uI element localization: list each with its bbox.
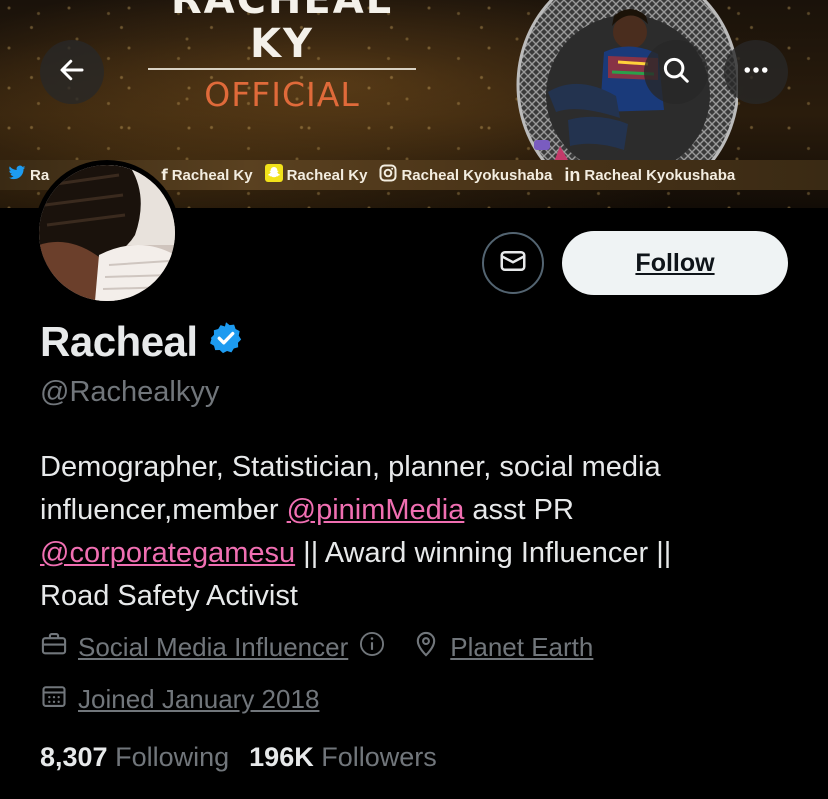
following-label: Following bbox=[115, 742, 230, 772]
social-item-twitter: Ra bbox=[8, 165, 49, 185]
social-text-instagram: Racheal Kyokushaba bbox=[401, 166, 553, 184]
followers-link[interactable]: 196K Followers bbox=[249, 742, 437, 773]
calendar-icon bbox=[40, 682, 68, 717]
display-name-row: Racheal bbox=[40, 318, 244, 366]
user-handle: @Rachealkyy bbox=[40, 376, 220, 408]
mention-link-pinimmedia[interactable]: @pinimMedia bbox=[287, 494, 465, 526]
more-horizontal-icon bbox=[741, 55, 771, 90]
bio-line: influencer,member @pinimMedia asst PR bbox=[40, 489, 800, 532]
back-button[interactable] bbox=[40, 40, 104, 104]
followers-count: 196K bbox=[249, 742, 314, 772]
twitter-icon bbox=[8, 165, 26, 185]
social-text-snapchat: Racheal Ky bbox=[286, 166, 368, 184]
search-button[interactable] bbox=[644, 40, 708, 104]
joined-label: Joined January 2018 bbox=[78, 684, 320, 714]
bio-text: influencer,member bbox=[40, 494, 287, 526]
info-icon[interactable] bbox=[358, 630, 386, 665]
bio-line: Road Safety Activist bbox=[40, 580, 298, 612]
following-count: 8,307 bbox=[40, 742, 108, 772]
joined-row: Joined January 2018 bbox=[40, 682, 319, 717]
social-item-snapchat: Racheal Ky bbox=[264, 164, 368, 186]
message-button[interactable] bbox=[482, 232, 544, 294]
location-item[interactable]: Planet Earth bbox=[412, 630, 593, 665]
display-name: Racheal bbox=[40, 318, 198, 365]
verified-badge-icon bbox=[208, 318, 244, 366]
instagram-icon bbox=[379, 164, 397, 186]
avatar-image bbox=[39, 165, 175, 301]
arrow-left-icon bbox=[57, 55, 87, 90]
more-button[interactable] bbox=[724, 40, 788, 104]
category-item[interactable]: Social Media Influencer bbox=[40, 630, 386, 665]
facebook-icon: f bbox=[161, 166, 168, 184]
follow-button[interactable]: Follow bbox=[562, 231, 788, 295]
bio-text: asst PR bbox=[464, 494, 574, 526]
joined-item[interactable]: Joined January 2018 bbox=[40, 682, 319, 717]
follow-button-label: Follow bbox=[635, 248, 715, 277]
banner-title: RACHEAL KY bbox=[170, 0, 394, 67]
linkedin-icon: in bbox=[564, 164, 581, 185]
location-label: Planet Earth bbox=[450, 632, 594, 662]
social-item-linkedin: in Racheal Kyokushaba bbox=[564, 165, 735, 186]
mention-link-corporategamesu[interactable]: @corporategamesu bbox=[40, 537, 295, 569]
profile-bio: Demographer, Statistician, planner, soci… bbox=[40, 446, 800, 618]
bio-text: || Award winning Influencer || bbox=[295, 537, 672, 569]
briefcase-icon bbox=[40, 630, 68, 665]
social-text-twitter: Ra bbox=[30, 166, 50, 184]
social-text-facebook: Racheal Ky bbox=[171, 166, 253, 184]
banner-subtitle: OFFICIAL bbox=[204, 75, 360, 114]
profile-meta-row: Social Media Influencer Planet Earth bbox=[40, 630, 593, 665]
banner-rule bbox=[148, 68, 416, 70]
banner-brand: RACHEAL KY OFFICIAL bbox=[148, 0, 416, 114]
followers-label: Followers bbox=[321, 742, 437, 772]
bio-line: Demographer, Statistician, planner, soci… bbox=[40, 451, 661, 483]
follow-stats: 8,307 Following 196K Followers bbox=[40, 742, 437, 773]
search-icon bbox=[661, 55, 691, 90]
bio-line: @corporategamesu || Award winning Influe… bbox=[40, 532, 800, 575]
location-pin-icon bbox=[412, 630, 440, 665]
avatar[interactable] bbox=[34, 160, 180, 306]
following-link[interactable]: 8,307 Following bbox=[40, 742, 229, 773]
mail-icon bbox=[498, 246, 528, 281]
social-text-linkedin: Racheal Kyokushaba bbox=[584, 166, 736, 184]
social-item-instagram: Racheal Kyokushaba bbox=[379, 164, 552, 186]
category-label: Social Media Influencer bbox=[78, 632, 349, 662]
snapchat-icon bbox=[264, 164, 283, 186]
social-item-facebook: f Racheal Ky bbox=[161, 166, 252, 184]
